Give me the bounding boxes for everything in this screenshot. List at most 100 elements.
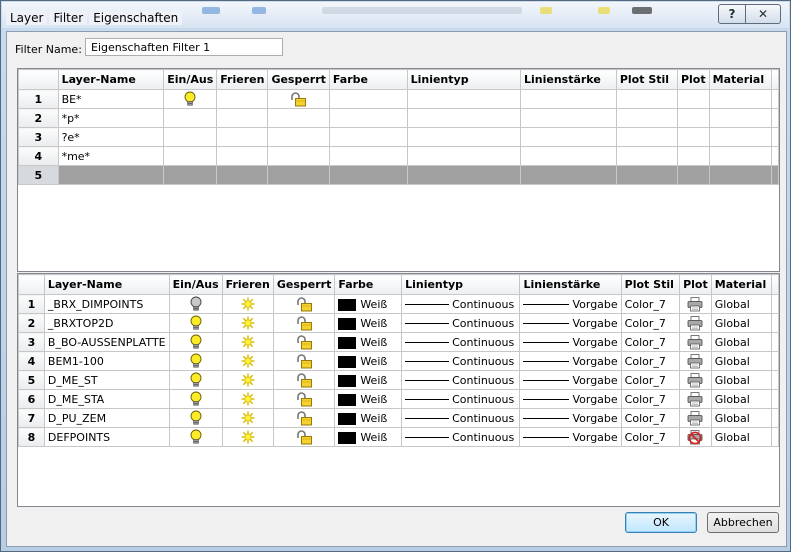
filter-rule-row[interactable]: 1 BE* (18, 89, 779, 109)
layer-row[interactable]: 5 D_ME_ST Weiß Continuous Vorgabe Color_7 Glob… (18, 370, 779, 390)
filter-lineweight-cell[interactable] (519, 146, 617, 166)
padlock-icon[interactable] (274, 315, 333, 331)
thaw-sun-icon[interactable] (223, 316, 272, 330)
filter-name-input[interactable] (85, 38, 283, 56)
material-cell[interactable]: Global (710, 294, 773, 314)
plot-cell[interactable] (679, 313, 712, 333)
filter-layer-name-cell[interactable]: *me* (57, 146, 165, 166)
linetype-cell[interactable]: Continuous (401, 427, 521, 447)
filter-freeze-cell[interactable] (216, 127, 269, 147)
plot-cell[interactable] (679, 389, 712, 409)
column-header-linienst-rke[interactable]: Linienstärke (519, 274, 622, 295)
freeze-cell[interactable] (221, 294, 274, 314)
filter-locked-cell[interactable] (267, 108, 330, 128)
filter-freeze-cell[interactable] (216, 165, 269, 185)
lineweight-cell[interactable]: Vorgabe (519, 370, 622, 390)
thaw-sun-icon[interactable] (223, 335, 272, 349)
material-cell[interactable]: Global (710, 313, 773, 333)
filter-material-cell[interactable] (708, 89, 773, 109)
freeze-cell[interactable] (221, 389, 274, 409)
on-off-cell[interactable] (168, 313, 223, 333)
filter-rule-row[interactable]: 2 *p* (18, 108, 779, 128)
lightbulb-on-icon[interactable] (170, 429, 221, 445)
row-number[interactable]: 8 (18, 427, 45, 447)
row-number[interactable]: 5 (18, 370, 45, 390)
column-header-layer-name[interactable]: Layer-Name (57, 69, 165, 90)
color-cell[interactable]: Weiß (334, 370, 403, 390)
filter-linetype-cell[interactable] (406, 89, 521, 109)
filter-material-cell[interactable] (708, 108, 773, 128)
filter-plotstyle-cell[interactable] (615, 127, 678, 147)
locked-cell[interactable] (272, 427, 336, 447)
plot-style-cell[interactable]: Color_7 (620, 351, 681, 371)
on-off-cell[interactable] (168, 408, 223, 428)
lineweight-cell[interactable]: Vorgabe (519, 313, 622, 333)
linetype-cell[interactable]: Continuous (401, 351, 521, 371)
filter-locked-cell[interactable] (267, 165, 330, 185)
column-header-plot-stil[interactable]: Plot Stil (615, 69, 678, 90)
printer-icon[interactable] (681, 315, 711, 331)
filter-plotstyle-cell[interactable] (615, 165, 678, 185)
lightbulb-on-icon[interactable] (170, 410, 221, 426)
layer-row[interactable]: 1 _BRX_DIMPOINTS Weiß Continuous Vorgabe Colo… (18, 294, 779, 314)
color-cell[interactable]: Weiß (334, 351, 403, 371)
lightbulb-off-icon[interactable] (170, 296, 221, 312)
freeze-cell[interactable] (221, 370, 274, 390)
plot-cell[interactable] (679, 370, 712, 390)
plot-cell[interactable] (679, 294, 712, 314)
thaw-sun-icon[interactable] (223, 373, 272, 387)
padlock-icon[interactable] (269, 91, 328, 107)
filter-plotstyle-cell[interactable] (615, 146, 678, 166)
layer-row[interactable]: 8 DEFPOINTS Weiß Continuous Vorgabe Color_7 Gl… (18, 427, 779, 447)
filter-linetype-cell[interactable] (406, 108, 521, 128)
cancel-button[interactable]: Abbrechen (707, 512, 779, 533)
color-cell[interactable]: Weiß (334, 294, 403, 314)
padlock-icon[interactable] (274, 410, 333, 426)
filter-freeze-cell[interactable] (216, 146, 269, 166)
printer-icon[interactable] (681, 353, 711, 369)
thaw-sun-icon[interactable] (223, 392, 272, 406)
row-number[interactable]: 1 (18, 89, 59, 109)
printer-icon[interactable] (681, 296, 711, 312)
filter-linetype-cell[interactable] (406, 127, 521, 147)
padlock-icon[interactable] (274, 391, 333, 407)
thaw-sun-icon[interactable] (223, 411, 272, 425)
filter-on-off-cell[interactable] (163, 127, 218, 147)
padlock-icon[interactable] (274, 296, 333, 312)
printer-icon[interactable] (681, 334, 711, 350)
padlock-icon[interactable] (274, 334, 333, 350)
filter-material-cell[interactable] (708, 127, 773, 147)
column-header-linientyp[interactable]: Linientyp (406, 69, 521, 90)
color-cell[interactable]: Weiß (334, 427, 403, 447)
locked-cell[interactable] (272, 370, 336, 390)
lineweight-cell[interactable]: Vorgabe (519, 294, 622, 314)
on-off-cell[interactable] (168, 351, 223, 371)
column-header-material[interactable]: Material (708, 69, 773, 90)
no-plot-icon[interactable] (681, 429, 711, 445)
row-number[interactable]: 3 (18, 332, 45, 352)
column-header-layer-name[interactable]: Layer-Name (43, 274, 170, 295)
locked-cell[interactable] (272, 294, 336, 314)
locked-cell[interactable] (272, 332, 336, 352)
padlock-icon[interactable] (274, 353, 333, 369)
layer-row[interactable]: 4 BEM1-100 Weiß Continuous Vorgabe Color_7 Glo… (18, 351, 779, 371)
printer-icon[interactable] (681, 410, 711, 426)
linetype-cell[interactable]: Continuous (401, 389, 521, 409)
filter-freeze-cell[interactable] (216, 108, 269, 128)
thaw-sun-icon[interactable] (223, 297, 272, 311)
filter-lineweight-cell[interactable] (519, 127, 617, 147)
filter-color-cell[interactable] (328, 89, 408, 109)
row-number[interactable]: 6 (18, 389, 45, 409)
column-header-plot[interactable]: Plot (676, 69, 710, 90)
ok-button[interactable]: OK (625, 512, 697, 533)
material-cell[interactable]: Global (710, 427, 773, 447)
row-number[interactable]: 2 (18, 313, 45, 333)
filter-plot-cell[interactable] (676, 127, 710, 147)
row-number[interactable]: 1 (18, 294, 45, 314)
filter-layer-name-cell[interactable]: *p* (57, 108, 165, 128)
filter-locked-cell[interactable] (267, 89, 330, 109)
column-header-frieren[interactable]: Frieren (221, 274, 274, 295)
filter-color-cell[interactable] (328, 127, 408, 147)
linetype-cell[interactable]: Continuous (401, 370, 521, 390)
layer-name-cell[interactable]: B_BO-AUSSENPLATTE (43, 332, 170, 352)
